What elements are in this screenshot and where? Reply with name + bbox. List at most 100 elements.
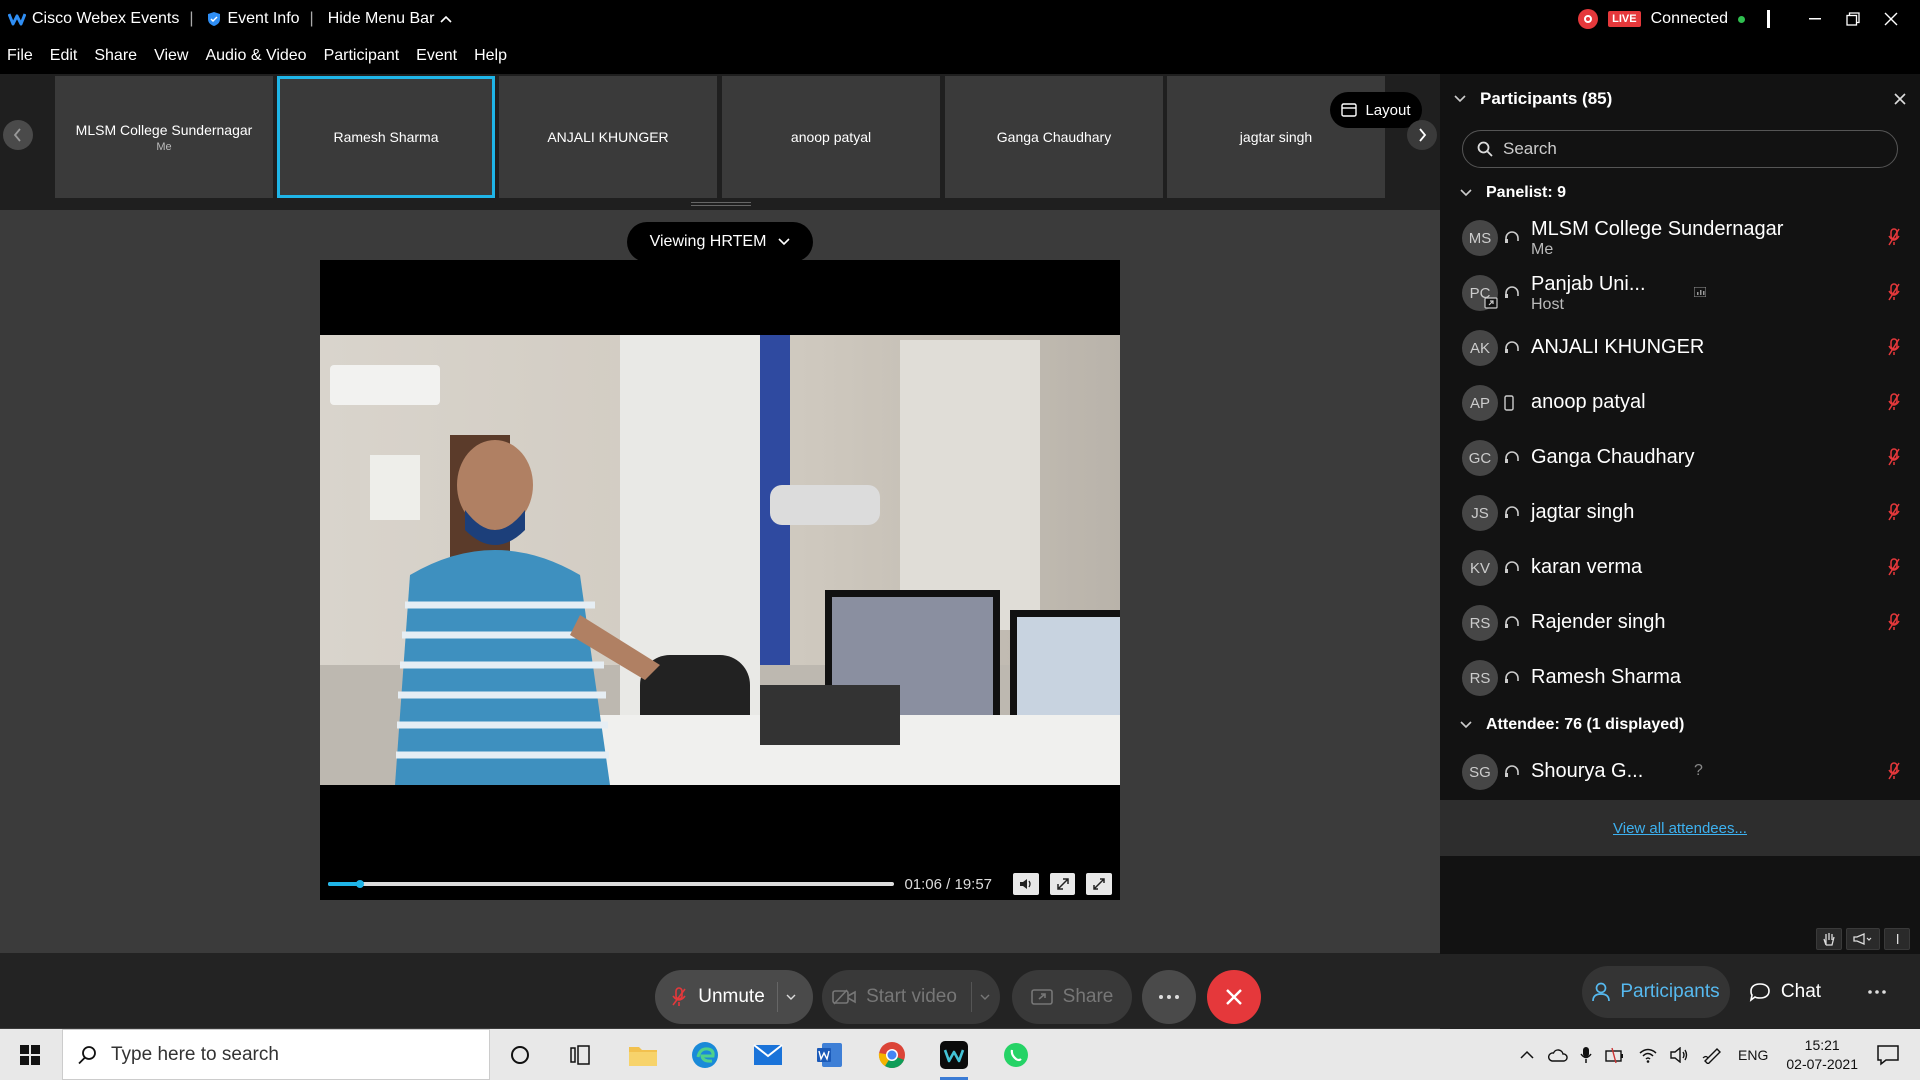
- close-panel-icon[interactable]: [1894, 93, 1906, 105]
- recording-icon[interactable]: [1578, 9, 1599, 29]
- filmstrip-next-button[interactable]: [1407, 120, 1437, 150]
- microphone-muted-icon[interactable]: [1888, 762, 1900, 780]
- menu-edit[interactable]: Edit: [43, 47, 88, 65]
- panelist-group-header[interactable]: Panelist: 9: [1456, 184, 1566, 202]
- volume-icon[interactable]: [1670, 1046, 1690, 1063]
- more-options-button[interactable]: [1142, 970, 1196, 1024]
- participant-row[interactable]: RS Rajender singh: [1462, 597, 1902, 649]
- mail-button[interactable]: [750, 1037, 786, 1073]
- participant-row[interactable]: MS MLSM College Sundernagar Me: [1462, 212, 1902, 264]
- participant-search-input[interactable]: Search: [1462, 130, 1898, 168]
- microphone-muted-icon[interactable]: [1888, 503, 1900, 521]
- viewing-content-selector[interactable]: Viewing HRTEM: [627, 222, 813, 262]
- layout-button[interactable]: Layout: [1330, 92, 1422, 128]
- participant-row[interactable]: GC Ganga Chaudhary: [1462, 432, 1902, 484]
- pen-icon[interactable]: [1702, 1046, 1724, 1064]
- avatar: KV: [1462, 550, 1498, 586]
- leave-meeting-button[interactable]: [1207, 970, 1261, 1024]
- task-view-button[interactable]: [562, 1037, 598, 1073]
- layout-icon: [1341, 103, 1358, 117]
- chevron-up-icon[interactable]: [1520, 1050, 1534, 1059]
- minimize-button[interactable]: [1796, 0, 1834, 38]
- chrome-button[interactable]: [874, 1037, 910, 1073]
- word-button[interactable]: [812, 1037, 848, 1073]
- menu-share[interactable]: Share: [87, 47, 147, 65]
- chevron-down-icon[interactable]: [786, 994, 796, 1000]
- start-video-button[interactable]: Start video: [822, 970, 1000, 1024]
- filmstrip-resize-handle[interactable]: [691, 202, 751, 206]
- input-language[interactable]: ENG: [1738, 1047, 1768, 1063]
- video-tile[interactable]: ANJALI KHUNGER: [499, 76, 717, 198]
- menu-file[interactable]: File: [0, 47, 43, 65]
- chevron-down-icon[interactable]: [980, 994, 990, 1000]
- participant-row[interactable]: KV karan verma: [1462, 542, 1902, 594]
- participant-row[interactable]: SG Shourya G... ?: [1462, 746, 1902, 798]
- wifi-icon[interactable]: [1638, 1047, 1658, 1063]
- participant-row[interactable]: PC Panjab Uni... Host: [1462, 267, 1902, 319]
- participant-row[interactable]: AP anoop patyal: [1462, 377, 1902, 429]
- video-tile[interactable]: Ganga Chaudhary: [945, 76, 1163, 198]
- unmute-button[interactable]: Unmute: [655, 970, 813, 1024]
- battery-icon[interactable]: [1604, 1046, 1626, 1064]
- microphone-muted-icon[interactable]: [1888, 558, 1900, 576]
- share-button[interactable]: Share: [1012, 970, 1132, 1024]
- panel-more-button[interactable]: [1850, 966, 1904, 1018]
- chevron-down-icon[interactable]: [1454, 95, 1466, 103]
- app-title: Cisco Webex Events: [32, 10, 180, 27]
- event-info-button[interactable]: Event Info: [207, 10, 300, 28]
- video-progress-bar[interactable]: [328, 880, 895, 888]
- microphone-muted-icon[interactable]: [1888, 393, 1900, 411]
- webex-taskbar-button[interactable]: [936, 1037, 972, 1080]
- restore-button[interactable]: [1834, 0, 1872, 38]
- hide-menu-bar-button[interactable]: Hide Menu Bar: [328, 10, 453, 28]
- fullscreen-button[interactable]: [1086, 873, 1112, 895]
- menu-help[interactable]: Help: [467, 47, 517, 65]
- microphone-muted-icon[interactable]: [1888, 283, 1900, 301]
- close-window-button[interactable]: [1872, 0, 1910, 38]
- pop-out-button[interactable]: [1049, 873, 1076, 895]
- participant-row[interactable]: AK ANJALI KHUNGER: [1462, 322, 1902, 374]
- view-all-attendees-link[interactable]: View all attendees...: [1613, 820, 1747, 837]
- volume-button[interactable]: [1013, 873, 1039, 895]
- microphone-muted-icon[interactable]: [1888, 448, 1900, 466]
- participant-name: Shourya G...: [1531, 760, 1644, 782]
- file-explorer-button[interactable]: [625, 1037, 661, 1073]
- clock[interactable]: 15:21 02-07-2021: [1786, 1036, 1858, 1074]
- start-button[interactable]: [12, 1037, 48, 1073]
- shared-video-player[interactable]: 01:06 / 19:57: [320, 260, 1120, 900]
- onedrive-cloud-icon[interactable]: [1548, 1048, 1568, 1062]
- notification-icon[interactable]: [1876, 1044, 1900, 1066]
- cortana-button[interactable]: [502, 1037, 538, 1073]
- participant-name: MLSM College Sundernagar: [1531, 218, 1784, 240]
- word-icon: [817, 1043, 842, 1067]
- video-progress-handle[interactable]: [355, 880, 364, 888]
- chevron-right-icon: [1419, 128, 1427, 142]
- menu-participant[interactable]: Participant: [317, 47, 410, 65]
- menu-view[interactable]: View: [147, 47, 198, 65]
- announce-dropdown-button[interactable]: [1846, 928, 1880, 950]
- raise-hand-button[interactable]: [1816, 928, 1842, 950]
- video-tile[interactable]: anoop patyal: [722, 76, 940, 198]
- microphone-muted-icon[interactable]: [1888, 338, 1900, 356]
- edge-browser-button[interactable]: [687, 1037, 723, 1073]
- taskbar-search-placeholder: Type here to search: [111, 1043, 279, 1065]
- chat-tab-button[interactable]: Chat: [1736, 966, 1834, 1018]
- avatar: RS: [1462, 605, 1498, 641]
- whatsapp-button[interactable]: [998, 1037, 1034, 1073]
- participant-row[interactable]: RS Ramesh Sharma: [1462, 652, 1902, 704]
- microphone-muted-icon[interactable]: [1888, 613, 1900, 631]
- unknown-status-icon: ?: [1694, 762, 1703, 779]
- filmstrip-prev-button[interactable]: [3, 120, 33, 150]
- video-tile[interactable]: MLSM College Sundernagar Me: [55, 76, 273, 198]
- panel-options-button[interactable]: [1884, 928, 1910, 950]
- participant-row[interactable]: JS jagtar singh: [1462, 487, 1902, 539]
- video-tile-active-speaker[interactable]: Ramesh Sharma: [277, 76, 495, 198]
- menu-audio-video[interactable]: Audio & Video: [198, 47, 316, 65]
- taskbar-search-input[interactable]: Type here to search: [62, 1029, 490, 1080]
- participants-tab-button[interactable]: Participants: [1582, 966, 1730, 1018]
- menu-event[interactable]: Event: [409, 47, 467, 65]
- participants-panel: Participants (85) Search Panelist: 9 MS M…: [1440, 74, 1920, 954]
- attendee-group-header[interactable]: Attendee: 76 (1 displayed): [1456, 716, 1684, 734]
- microphone-muted-icon[interactable]: [1888, 228, 1900, 246]
- microphone-icon[interactable]: [1580, 1046, 1592, 1064]
